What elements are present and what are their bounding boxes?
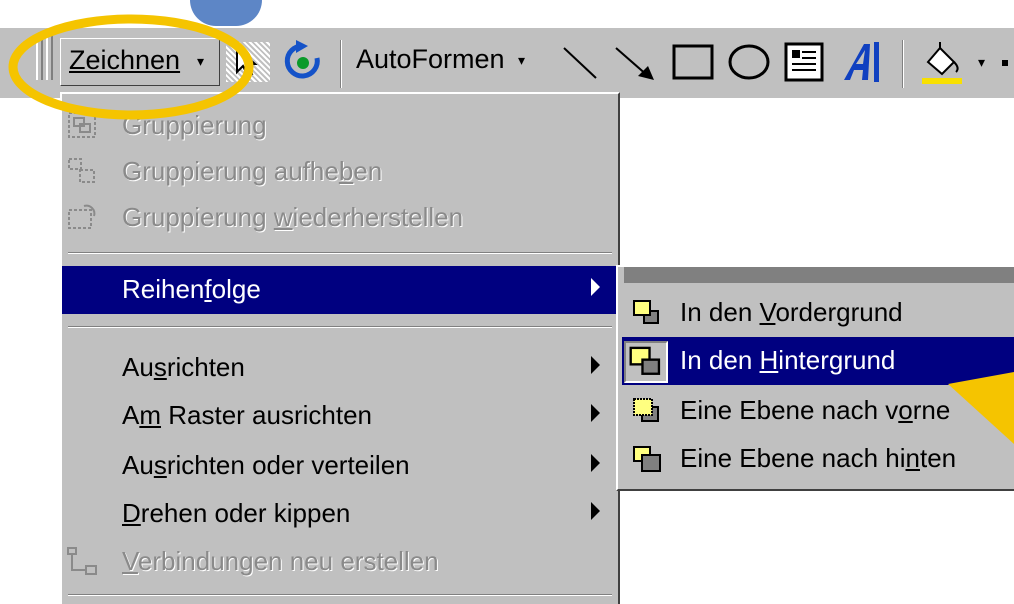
bring-to-front-icon [633, 300, 659, 324]
submenu-item-label: In den Hintergrund [680, 345, 896, 375]
reihenfolge-submenu: In den Vordergrund In den Hintergrund Ei… [616, 265, 1014, 491]
reroute-connectors-icon [67, 547, 97, 575]
menu-item-label: Ausrichten oder verteilen [122, 450, 410, 480]
autoformen-menu-button[interactable]: AutoFormen ▾ [352, 38, 548, 84]
menu-item-gruppierung-aufheben[interactable]: Gruppierung aufheben [62, 148, 618, 196]
submenu-arrow-icon [591, 502, 600, 520]
submenu-title-bar[interactable] [624, 267, 1014, 283]
wordart-icon[interactable] [840, 40, 890, 84]
submenu-item-label: Eine Ebene nach hinten [680, 443, 957, 473]
group-icon [68, 112, 96, 138]
ungroup-icon [68, 158, 95, 183]
chevron-down-icon: ▾ [518, 52, 526, 68]
line-icon[interactable] [560, 42, 602, 82]
submenu-arrow-icon [591, 454, 600, 472]
submenu-item-eine-ebene-nach-vorne[interactable]: Eine Ebene nach vorne [622, 387, 1014, 435]
menu-item-drehen-oder-kippen[interactable]: Drehen oder kippen [62, 490, 618, 538]
menu-item-label: Reihenfolge [122, 274, 261, 304]
regroup-icon [68, 204, 96, 229]
zeichnen-menu-button[interactable]: Zeichnen ▾ [60, 38, 220, 86]
menu-separator [68, 594, 612, 596]
menu-item-label: Ausrichten [122, 352, 245, 382]
toolbar-separator [902, 40, 904, 88]
autoformen-label: AutoFormen [356, 44, 505, 74]
menu-item-label: Gruppierung [122, 110, 267, 140]
menu-item-am-raster-ausrichten[interactable]: Am Raster ausrichten [62, 392, 618, 440]
menu-item-label: Gruppierung wiederherstellen [122, 202, 464, 232]
submenu-item-in-den-hintergrund[interactable]: In den Hintergrund [622, 337, 1014, 385]
submenu-arrow-icon [591, 278, 600, 296]
menu-item-gruppierung[interactable]: Gruppierung [62, 102, 618, 150]
chevron-down-icon[interactable]: ▾ [978, 54, 985, 71]
submenu-arrow-icon [591, 356, 600, 374]
window-background [0, 0, 1014, 28]
text-box-icon[interactable] [782, 40, 828, 84]
zeichnen-label-text: Zeichnen [69, 45, 181, 75]
oval-icon[interactable] [726, 42, 774, 82]
rectangle-icon[interactable] [670, 42, 718, 82]
menu-item-label: Verbindungen neu erstellen [122, 546, 439, 576]
send-to-back-icon [624, 341, 668, 383]
fill-color-icon[interactable] [916, 40, 968, 86]
submenu-arrow-icon [591, 404, 600, 422]
free-rotate-icon[interactable] [282, 40, 324, 84]
menu-separator [68, 252, 612, 254]
chevron-down-icon: ▾ [197, 53, 205, 69]
zeichnen-label: Zeichnen [69, 45, 180, 76]
menu-item-verbindungen-neu-erstellen[interactable]: Verbindungen neu erstellen [62, 538, 618, 586]
toolbar-separator [340, 40, 342, 88]
submenu-item-label: In den Vordergrund [680, 297, 903, 327]
toolbar-grip[interactable] [46, 36, 53, 80]
arrow-icon[interactable] [612, 42, 660, 82]
bring-forward-icon [633, 398, 659, 422]
menu-item-ausrichten-oder-verteilen[interactable]: Ausrichten oder verteilen [62, 442, 618, 490]
menu-separator [68, 326, 612, 328]
menu-item-label: Drehen oder kippen [122, 498, 351, 528]
menu-item-reihenfolge[interactable]: Reihenfolge [62, 266, 618, 314]
menu-item-gruppierung-wiederherstellen[interactable]: Gruppierung wiederherstellen [62, 194, 618, 242]
menu-item-label: Gruppierung aufheben [122, 156, 383, 186]
submenu-item-eine-ebene-nach-hinten[interactable]: Eine Ebene nach hinten [622, 435, 1014, 483]
select-pointer-icon [236, 46, 258, 78]
menu-item-ausrichten[interactable]: Ausrichten [62, 344, 618, 392]
toolbar-grip[interactable] [36, 36, 43, 80]
toolbar-overflow-icon[interactable] [1002, 60, 1008, 66]
menu-item-label: Am Raster ausrichten [122, 400, 372, 430]
select-objects-button[interactable] [226, 42, 270, 82]
zeichnen-dropdown-menu: Gruppierung Gruppierung aufheben Gruppie… [60, 92, 620, 604]
send-backward-icon [633, 446, 661, 472]
submenu-item-in-den-vordergrund[interactable]: In den Vordergrund [622, 289, 1014, 337]
submenu-item-label: Eine Ebene nach vorne [680, 395, 951, 425]
